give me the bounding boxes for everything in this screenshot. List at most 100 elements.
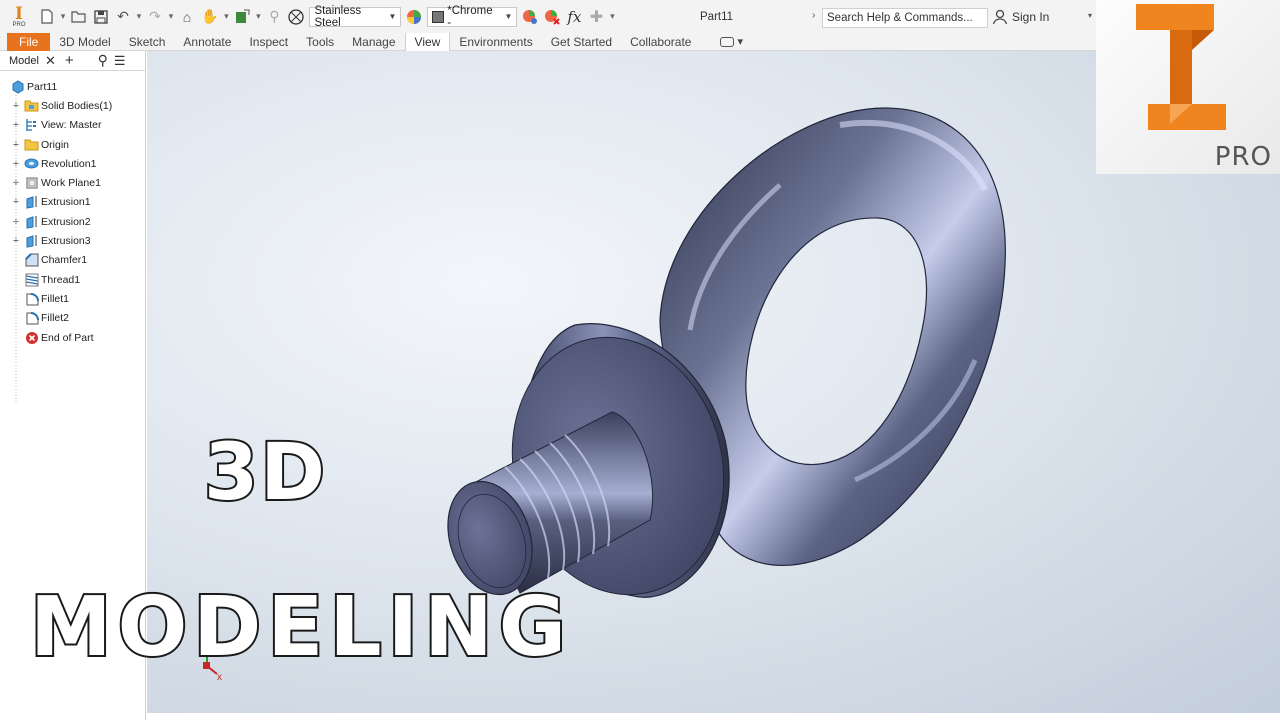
tree-item-label: Part11: [27, 80, 58, 93]
view-icon: [24, 118, 39, 132]
open-folder-icon[interactable]: [71, 7, 87, 27]
tree-item-end-of-part[interactable]: End of Part: [0, 328, 145, 347]
overlay-title-3d: 3D: [202, 426, 328, 520]
fillet-icon: [24, 292, 39, 306]
tree-item-label: View: Master: [41, 119, 102, 132]
tree-item-extrusion2[interactable]: + Extrusion2: [0, 212, 145, 231]
save-icon[interactable]: [93, 7, 109, 27]
new-file-icon[interactable]: [39, 7, 55, 27]
quick-access-toolbar: I PRO ▾ ↶ ▾ ↷ ▾ ⌂ ✋ ▾ ▾ ⚲ Stainless Stee…: [0, 0, 1100, 33]
update-icon[interactable]: [234, 7, 250, 27]
tree-item-label: Fillet2: [41, 312, 70, 325]
tree-item-origin[interactable]: + Origin: [0, 135, 145, 154]
end-of-part-icon: [24, 331, 39, 345]
tree-item-part[interactable]: Part11: [0, 77, 145, 96]
tree-item-label: Solid Bodies(1): [41, 99, 113, 112]
menu-icon[interactable]: ☰: [114, 53, 126, 69]
user-icon: [992, 9, 1008, 25]
tree-item-label: Work Plane1: [41, 177, 101, 190]
workplane-icon: [24, 176, 39, 190]
update-dropdown-icon[interactable]: ▾: [254, 7, 262, 27]
revolution-icon: [24, 157, 39, 171]
app-menu-button[interactable]: I PRO: [8, 4, 30, 30]
tree-item-thread1[interactable]: Thread1: [0, 270, 145, 289]
appearance-color-icon[interactable]: [406, 7, 422, 27]
add-browser-icon[interactable]: +: [65, 52, 74, 69]
tab-file[interactable]: File: [7, 32, 51, 51]
fillet-icon: [24, 311, 39, 325]
customize-dropdown-icon[interactable]: ▾: [608, 7, 616, 27]
inventor-logo-icon: [1136, 4, 1226, 130]
tree-item-fillet1[interactable]: Fillet1: [0, 289, 145, 308]
select-icon[interactable]: ✋: [201, 7, 218, 27]
feature-tree: Part11 + Solid Bodies(1) + View: Master …: [0, 71, 145, 404]
inventor-pro-logo: PRO: [1096, 0, 1280, 174]
tab-manage[interactable]: Manage: [343, 33, 404, 51]
extrusion-icon: [24, 215, 39, 229]
select-dropdown-icon[interactable]: ▾: [222, 7, 230, 27]
folder-icon: [24, 99, 39, 113]
undo-icon[interactable]: ↶: [115, 7, 131, 27]
redo-icon[interactable]: ↷: [147, 7, 163, 27]
tree-item-work-plane1[interactable]: + Work Plane1: [0, 173, 145, 192]
extrusion-icon: [24, 195, 39, 210]
tree-item-label: Revolution1: [41, 157, 97, 170]
tree-item-view-master[interactable]: + View: Master: [0, 116, 145, 135]
chamfer-icon: [24, 253, 39, 267]
appearance-value: *Chrome -: [447, 4, 493, 29]
material-value: Stainless Steel: [314, 4, 362, 29]
tree-item-fillet2[interactable]: Fillet2: [0, 309, 145, 328]
sign-in-button[interactable]: Sign In: [992, 9, 1049, 25]
tab-environments[interactable]: Environments: [450, 33, 541, 51]
search-input[interactable]: Search Help & Commands...: [822, 8, 988, 28]
material-sphere-icon[interactable]: [288, 7, 305, 27]
adjust-appearance-icon[interactable]: [522, 7, 538, 27]
clear-appearance-icon[interactable]: [544, 7, 561, 27]
brand-badge: PRO: [1214, 142, 1272, 172]
ribbon-minimize-icon: [720, 36, 735, 47]
tab-annotate[interactable]: Annotate: [174, 33, 240, 51]
home-view-icon[interactable]: ⌂: [179, 7, 195, 27]
tab-view[interactable]: View: [404, 32, 451, 51]
thread-icon: [24, 273, 39, 287]
chevron-down-icon: ▼: [504, 12, 513, 21]
tab-3d-model[interactable]: 3D Model: [50, 33, 119, 51]
tree-item-label: Thread1: [41, 273, 81, 286]
ribbon-tab-bar: File 3D Model Sketch Annotate Inspect To…: [0, 32, 1100, 51]
folder-icon: [24, 138, 39, 152]
add-icon[interactable]: ✚: [588, 7, 604, 27]
tree-connector-line: [15, 95, 17, 404]
material-dropdown[interactable]: Stainless Steel ▼: [309, 4, 402, 29]
search-icon[interactable]: ⚲: [98, 52, 108, 69]
parameters-icon[interactable]: fx: [566, 7, 582, 27]
tree-item-extrusion1[interactable]: + Extrusion1: [0, 193, 145, 212]
tab-get-started[interactable]: Get Started: [542, 33, 621, 51]
redo-dropdown-icon[interactable]: ▾: [167, 7, 175, 27]
measure-icon[interactable]: ⚲: [266, 7, 282, 27]
close-icon[interactable]: ✕: [45, 53, 56, 69]
tree-item-solid-bodies[interactable]: + Solid Bodies(1): [0, 96, 145, 115]
status-strip: [147, 713, 1280, 720]
browser-header: Model ✕ + ⚲ ☰: [0, 51, 145, 71]
signin-dropdown-icon[interactable]: ▾: [1088, 11, 1092, 20]
overlay-title-modeling: MODELING: [28, 578, 573, 677]
tree-item-label: Extrusion1: [41, 196, 91, 209]
undo-dropdown-icon[interactable]: ▾: [135, 7, 143, 27]
new-dropdown-icon[interactable]: ▾: [59, 7, 67, 27]
tree-item-label: Extrusion3: [41, 235, 91, 248]
tree-item-label: Fillet1: [41, 292, 70, 305]
tab-inspect[interactable]: Inspect: [240, 33, 297, 51]
ribbon-options-button[interactable]: ▾: [720, 35, 743, 48]
tree-item-chamfer1[interactable]: Chamfer1: [0, 251, 145, 270]
tab-sketch[interactable]: Sketch: [120, 33, 175, 51]
tree-item-label: Chamfer1: [41, 254, 88, 267]
tab-collaborate[interactable]: Collaborate: [621, 33, 700, 51]
tree-item-label: Extrusion2: [41, 215, 91, 228]
tree-item-extrusion3[interactable]: + Extrusion3: [0, 231, 145, 250]
tree-item-revolution1[interactable]: + Revolution1: [0, 154, 145, 173]
app-logo-letters: PRO: [12, 21, 26, 28]
tab-tools[interactable]: Tools: [297, 33, 343, 51]
appearance-dropdown[interactable]: *Chrome - ▼: [427, 4, 518, 29]
sign-in-label: Sign In: [1012, 10, 1050, 24]
search-chevron-icon: ›: [812, 10, 816, 21]
